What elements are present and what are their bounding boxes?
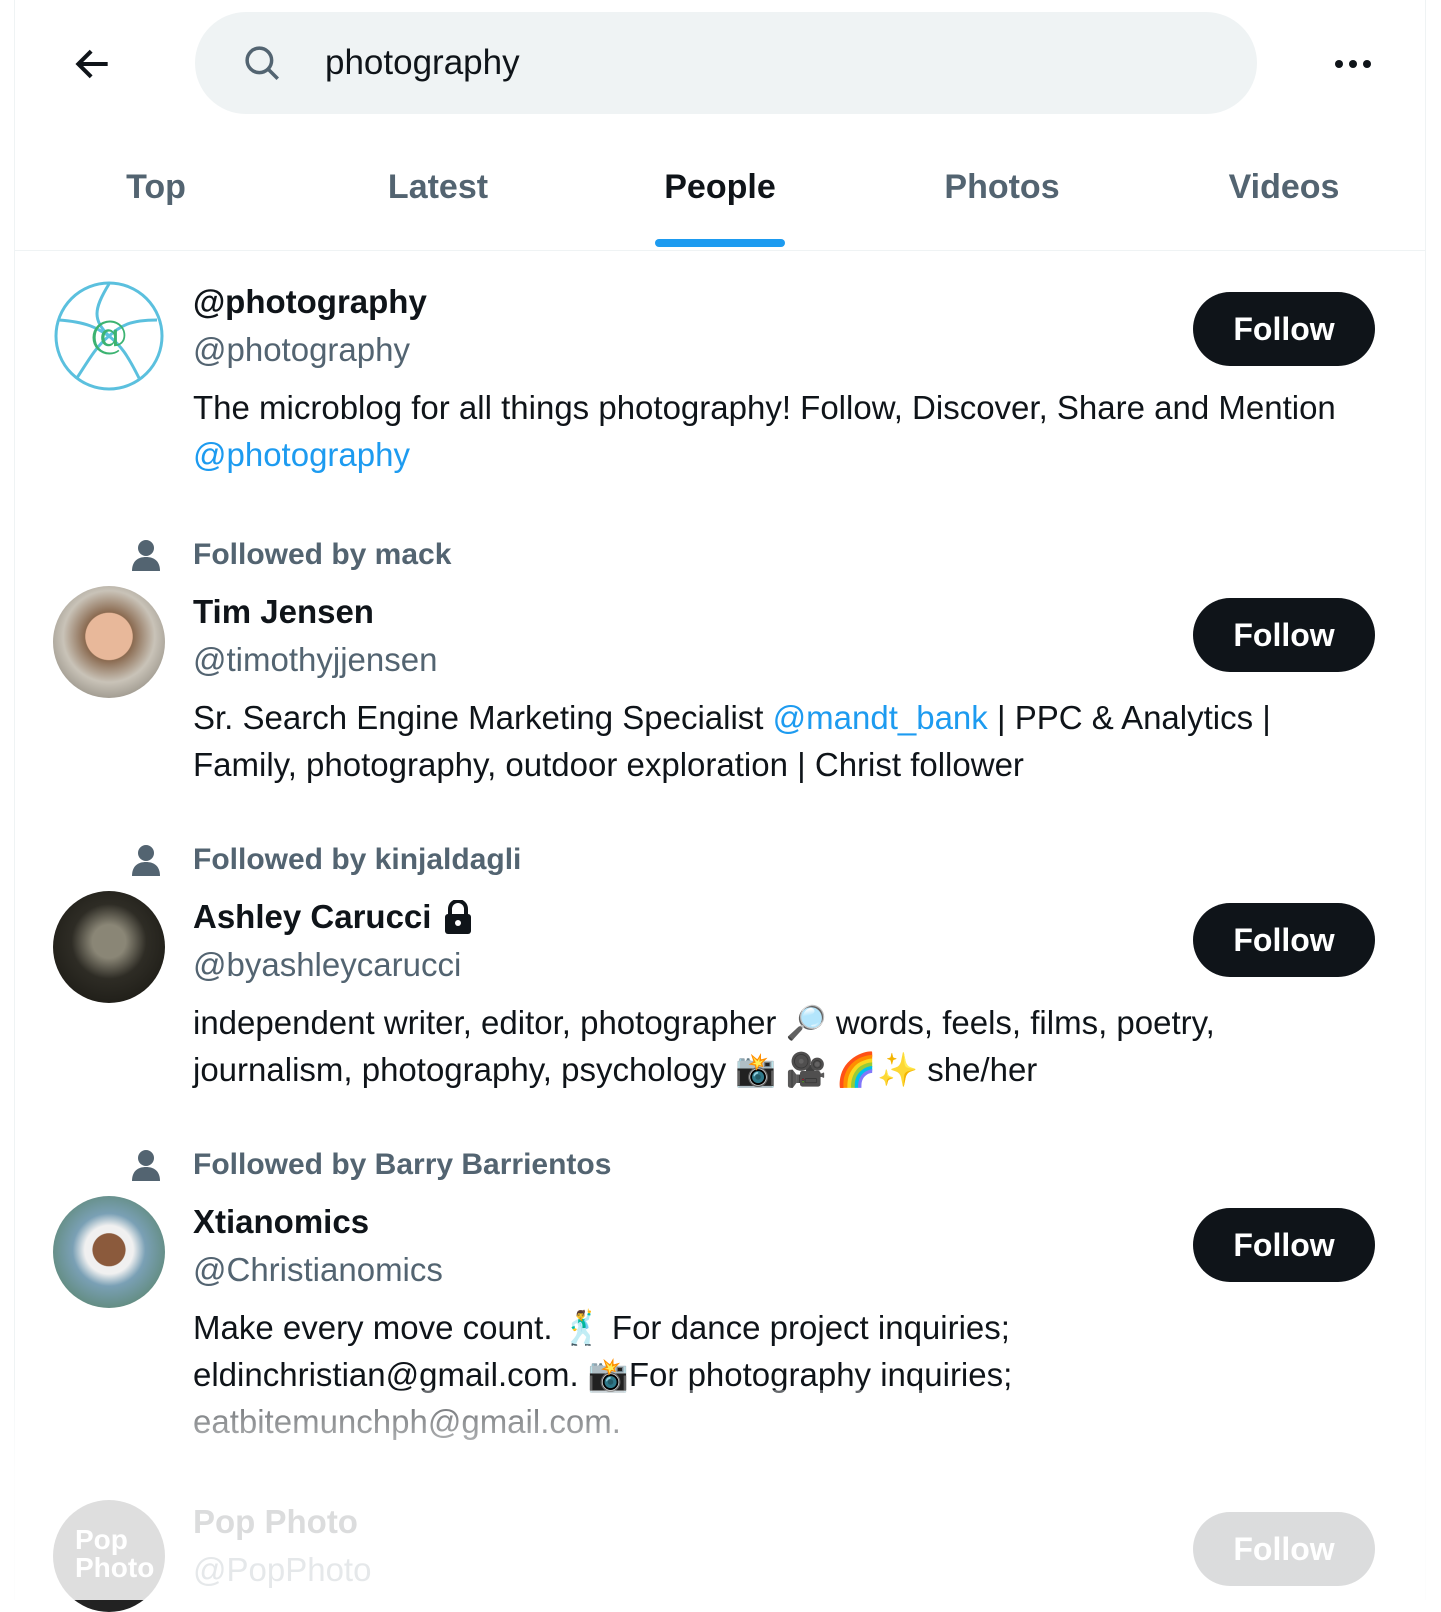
arrow-left-icon: [75, 49, 108, 79]
user-name[interactable]: Tim Jensen: [193, 590, 1353, 634]
social-context: Followed by mack: [131, 538, 451, 572]
tab-people[interactable]: People: [579, 150, 861, 250]
tab-latest[interactable]: Latest: [297, 150, 579, 250]
follow-button[interactable]: Follow: [1193, 598, 1375, 672]
mention-link[interactable]: @mandt_bank: [773, 699, 988, 736]
mention-link[interactable]: @photography: [193, 436, 410, 473]
user-bio: independent writer, editor, photographer…: [193, 1004, 1215, 1088]
more-options-button[interactable]: [1331, 46, 1375, 82]
user-handle: @Christianomics: [193, 1251, 443, 1288]
user-bio: Make every move count. 🕺 For dance proje…: [193, 1309, 1013, 1440]
avatar[interactable]: [53, 586, 165, 698]
user-handle: @PopPhoto: [193, 1551, 372, 1588]
follow-button[interactable]: Follow: [1193, 903, 1375, 977]
search-icon: [245, 46, 279, 80]
top-bar: [15, 12, 1425, 114]
follow-button[interactable]: Follow: [1193, 1512, 1375, 1586]
social-context: Followed by Barry Barrientos: [131, 1148, 611, 1182]
avatar[interactable]: [53, 891, 165, 1003]
user-handle: @photography: [193, 331, 410, 368]
user-handle: @byashleycarucci: [193, 946, 462, 983]
tab-photos[interactable]: Photos: [861, 150, 1143, 250]
aperture-logo-icon: @: [54, 281, 164, 391]
user-bio: The microblog for all things photography…: [193, 389, 1336, 473]
user-name[interactable]: @photography: [193, 280, 1353, 324]
person-icon: [132, 1150, 160, 1181]
user-name[interactable]: Ashley Carucci: [193, 895, 1353, 939]
svg-text:@: @: [90, 313, 128, 357]
person-icon: [132, 540, 160, 571]
follow-button[interactable]: Follow: [1193, 1208, 1375, 1282]
more-icon: [1335, 60, 1343, 68]
search-input[interactable]: [325, 43, 1125, 83]
social-context: Followed by kinjaldagli: [131, 843, 521, 877]
search-results-page: Top Latest People Photos Videos @ @photo…: [14, 0, 1426, 1612]
follow-button[interactable]: Follow: [1193, 292, 1375, 366]
avatar[interactable]: Pop Photo: [53, 1500, 165, 1612]
search-tabs: Top Latest People Photos Videos: [15, 150, 1425, 251]
tab-videos[interactable]: Videos: [1143, 150, 1425, 250]
tab-top[interactable]: Top: [15, 150, 297, 250]
user-bio: Sr. Search Engine Marketing Specialist @…: [193, 699, 1271, 783]
search-bar[interactable]: [195, 12, 1257, 114]
user-name[interactable]: Xtianomics: [193, 1200, 1353, 1244]
back-button[interactable]: [71, 42, 115, 86]
avatar[interactable]: @: [53, 280, 165, 392]
user-handle: @timothyjjensen: [193, 641, 438, 678]
avatar[interactable]: [53, 1196, 165, 1308]
person-icon: [132, 845, 160, 876]
lock-icon: [445, 900, 472, 934]
user-name[interactable]: Pop Photo: [193, 1500, 1353, 1544]
